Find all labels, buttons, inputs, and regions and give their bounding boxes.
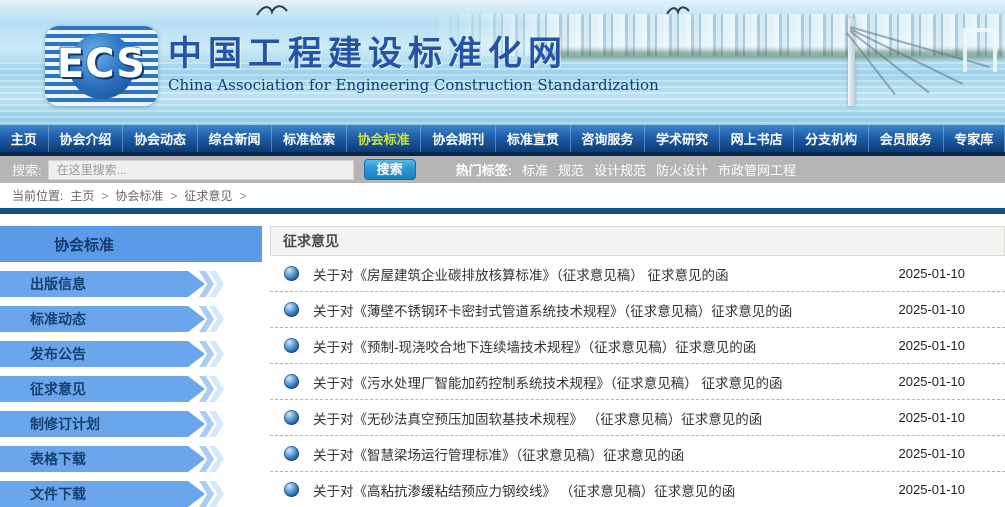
- sidebar-item-label: 文件下载: [0, 481, 188, 507]
- news-row[interactable]: 关于对《智慧梁场运行管理标准》（征求意见稿）征求意见的函 2025-01-10: [270, 436, 1005, 472]
- news-date: 2025-01-10: [898, 482, 966, 497]
- nav-item[interactable]: 标准检索: [272, 125, 347, 152]
- sidebar: 协会标准 出版信息 标准动态 发布公告 征求意见 制修订计划 表格下载 文件下载: [0, 226, 262, 507]
- sidebar-item[interactable]: 标准动态: [0, 306, 262, 332]
- seagull-icon: [256, 5, 288, 16]
- nav-item[interactable]: 协会期刊: [421, 125, 497, 152]
- nav-item[interactable]: 学术研究: [645, 125, 720, 152]
- search-input[interactable]: [47, 159, 354, 180]
- site-header: ECS 中国工程建设标准化网 China Association for Eng…: [0, 0, 1005, 125]
- hot-tag-link[interactable]: 市政管网工程: [718, 160, 796, 179]
- nav-item[interactable]: 协会标准: [347, 125, 422, 152]
- nav-item[interactable]: 咨询服务: [571, 125, 646, 152]
- breadcrumb-link-home[interactable]: 主页: [70, 187, 94, 204]
- globe-icon: [284, 374, 299, 389]
- logo-text: ECS: [56, 41, 147, 88]
- nav-item[interactable]: 综合新闻: [198, 125, 273, 152]
- sidebar-item[interactable]: 发布公告: [0, 341, 262, 367]
- news-row[interactable]: 关于对《高粘抗渗缓粘结预应力钢绞线》 （征求意见稿）征求意见的函 2025-01…: [270, 472, 1005, 507]
- hot-tag-link[interactable]: 设计规范: [594, 160, 646, 179]
- nav-item[interactable]: 协会介绍: [49, 125, 124, 152]
- nav-item[interactable]: 标准宣贯: [496, 125, 571, 152]
- sidebar-item-label: 标准动态: [0, 306, 188, 332]
- hot-tags-label: 热门标签:: [455, 163, 512, 178]
- news-title-link[interactable]: 关于对《无砂法真空预压加固软基技术规程》 （征求意见稿）征求意见的函: [313, 408, 883, 428]
- hot-tag-link[interactable]: 标准: [522, 160, 548, 179]
- news-date: 2025-01-10: [898, 266, 966, 281]
- sidebar-item-label: 出版信息: [0, 271, 188, 297]
- globe-icon: [284, 338, 299, 353]
- news-title-link[interactable]: 关于对《污水处理厂智能加药控制系统技术规程》（征求意见稿） 征求意见的函: [313, 372, 883, 392]
- main-nav: 主页 协会介绍 协会动态 综合新闻 标准检索 协会标准 协会期刊 标准宣贯 咨询…: [0, 125, 1005, 152]
- breadcrumb-prefix: 当前位置:: [12, 189, 64, 203]
- breadcrumb-separator: >: [101, 188, 109, 203]
- sidebar-item[interactable]: 文件下载: [0, 481, 262, 507]
- globe-icon: [284, 482, 299, 497]
- news-title-link[interactable]: 关于对《高粘抗渗缓粘结预应力钢绞线》 （征求意见稿）征求意见的函: [313, 480, 883, 500]
- page-body: 协会标准 出版信息 标准动态 发布公告 征求意见 制修订计划 表格下载 文件下载…: [0, 214, 1005, 507]
- sidebar-item-label: 表格下载: [0, 446, 188, 472]
- sidebar-item-label: 征求意见: [0, 376, 188, 402]
- globe-icon: [284, 410, 299, 425]
- nav-item[interactable]: 网上书店: [720, 125, 795, 152]
- news-date: 2025-01-10: [898, 410, 966, 425]
- news-title-link[interactable]: 关于对《薄壁不锈钢环卡密封式管道系统技术规程》（征求意见稿）征求意见的函: [313, 300, 883, 320]
- globe-icon: [284, 302, 299, 317]
- sidebar-title: 协会标准: [0, 226, 262, 262]
- breadcrumb-separator: >: [170, 188, 178, 203]
- news-title-link[interactable]: 关于对《预制-现浇咬合地下连续墙技术规程》（征求意见稿）征求意见的函: [313, 336, 883, 356]
- seagull-icon: [666, 6, 690, 15]
- hot-tag-link[interactable]: 规范: [558, 160, 584, 179]
- search-bar: 搜索: 搜索 热门标签: 标准 规范 设计规范 防火设计 市政管网工程: [0, 156, 1005, 183]
- nav-item[interactable]: 协会动态: [123, 125, 198, 152]
- site-title: 中国工程建设标准化网: [168, 34, 568, 74]
- news-title-link[interactable]: 关于对《房屋建筑企业碳排放核算标准》（征求意见稿） 征求意见的函: [313, 264, 883, 284]
- breadcrumb-separator: >: [239, 188, 247, 203]
- site-logo[interactable]: ECS: [45, 26, 158, 106]
- news-date: 2025-01-10: [898, 446, 966, 461]
- sidebar-item-label: 制修订计划: [0, 411, 188, 437]
- sidebar-item[interactable]: 征求意见: [0, 376, 262, 402]
- news-row[interactable]: 关于对《无砂法真空预压加固软基技术规程》 （征求意见稿）征求意见的函 2025-…: [270, 400, 1005, 436]
- site-subtitle: China Association for Engineering Constr…: [168, 76, 659, 94]
- news-date: 2025-01-10: [898, 374, 966, 389]
- news-list: 关于对《房屋建筑企业碳排放核算标准》（征求意见稿） 征求意见的函 2025-01…: [270, 256, 1005, 507]
- news-date: 2025-01-10: [898, 302, 966, 317]
- breadcrumb-link-standards[interactable]: 协会标准: [115, 187, 163, 204]
- hot-tag-link[interactable]: 防火设计: [656, 160, 708, 179]
- nav-item[interactable]: 专家库: [944, 125, 1005, 152]
- search-button[interactable]: 搜索: [363, 159, 416, 180]
- sidebar-item[interactable]: 制修订计划: [0, 411, 262, 437]
- bridge-frame-decoration: [963, 28, 997, 72]
- news-row[interactable]: 关于对《预制-现浇咬合地下连续墙技术规程》（征求意见稿）征求意见的函 2025-…: [270, 328, 1005, 364]
- sidebar-item[interactable]: 表格下载: [0, 446, 262, 472]
- nav-item[interactable]: 主页: [0, 125, 49, 152]
- nav-item[interactable]: 会员服务: [869, 125, 944, 152]
- nav-item[interactable]: 分支机构: [794, 125, 869, 152]
- sidebar-menu: 出版信息 标准动态 发布公告 征求意见 制修订计划 表格下载 文件下载: [0, 271, 262, 507]
- news-title-link[interactable]: 关于对《智慧梁场运行管理标准》（征求意见稿）征求意见的函: [313, 444, 883, 464]
- breadcrumb-link-comments[interactable]: 征求意见: [184, 187, 232, 204]
- news-date: 2025-01-10: [898, 338, 966, 353]
- hot-tags: 热门标签: 标准 规范 设计规范 防火设计 市政管网工程: [456, 160, 796, 179]
- news-row[interactable]: 关于对《房屋建筑企业碳排放核算标准》（征求意见稿） 征求意见的函 2025-01…: [270, 256, 1005, 292]
- globe-icon: [284, 266, 299, 281]
- globe-icon: [284, 446, 299, 461]
- main-content: 征求意见 关于对《房屋建筑企业碳排放核算标准》（征求意见稿） 征求意见的函 20…: [270, 226, 1005, 507]
- news-row[interactable]: 关于对《薄壁不锈钢环卡密封式管道系统技术规程》（征求意见稿）征求意见的函 202…: [270, 292, 1005, 328]
- sidebar-item[interactable]: 出版信息: [0, 271, 262, 297]
- breadcrumb: 当前位置: 主页 > 协会标准 > 征求意见 >: [0, 183, 1005, 208]
- search-label: 搜索:: [12, 163, 42, 178]
- news-row[interactable]: 关于对《污水处理厂智能加药控制系统技术规程》（征求意见稿） 征求意见的函 202…: [270, 364, 1005, 400]
- content-title: 征求意见: [270, 226, 1005, 256]
- sidebar-item-label: 发布公告: [0, 341, 188, 367]
